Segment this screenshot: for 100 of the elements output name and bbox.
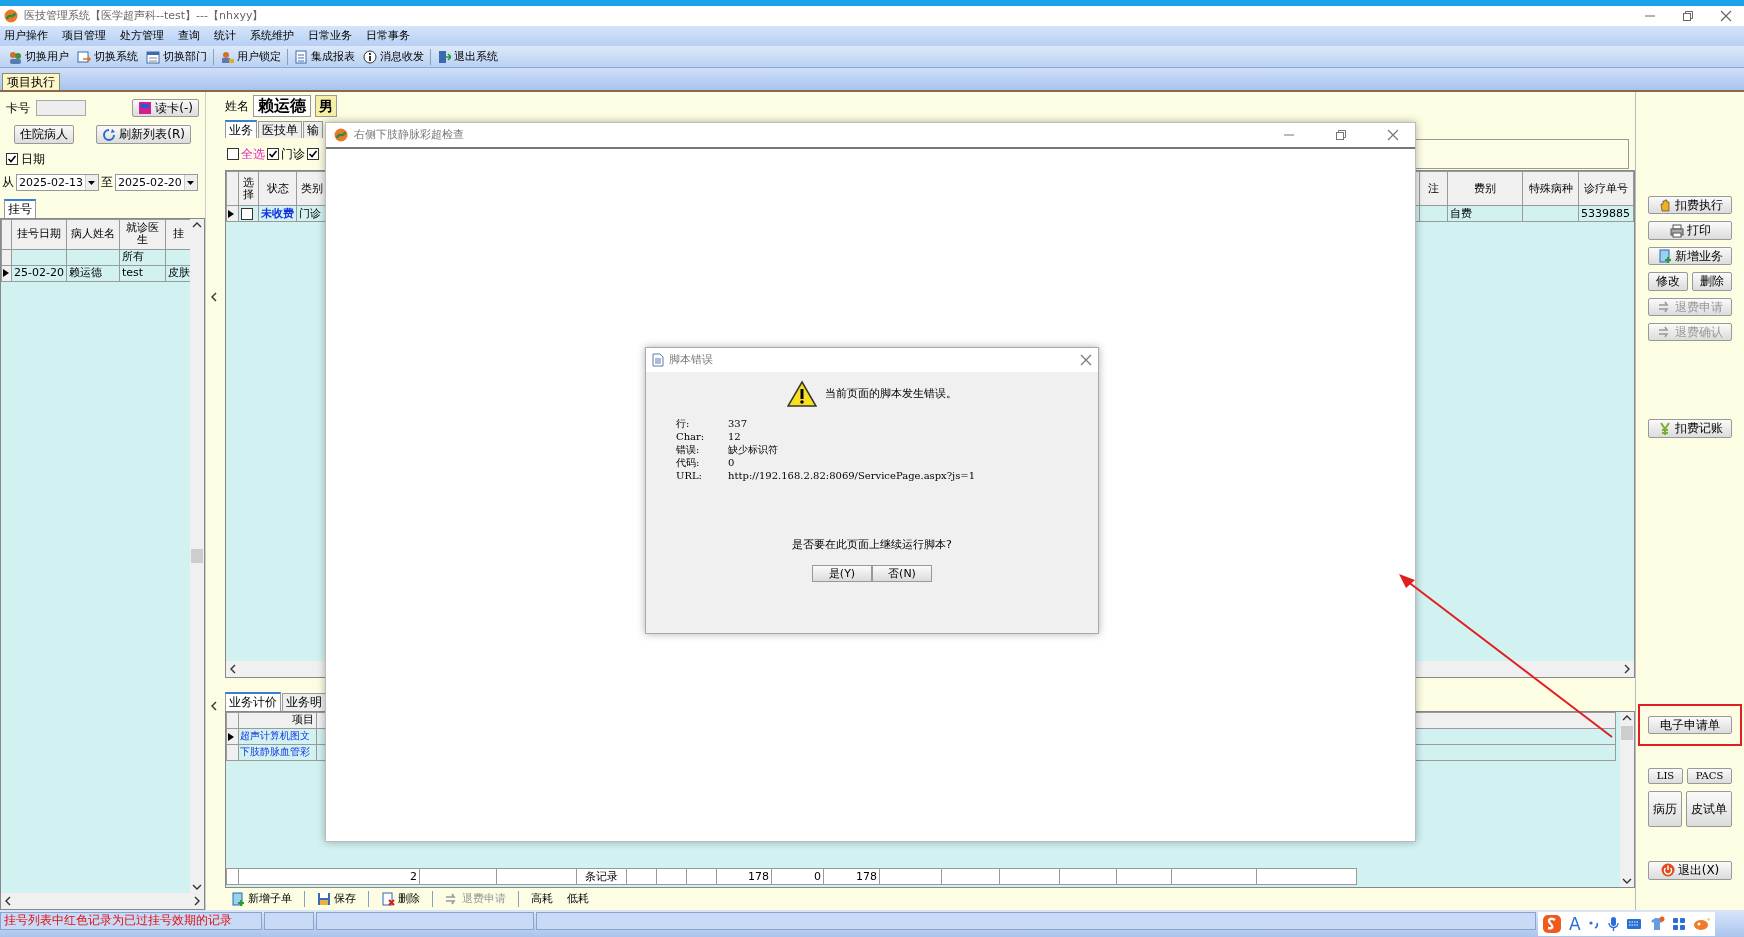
column-header[interactable]: 项目 (238, 712, 317, 729)
date-field[interactable]: 2025-02-13 (16, 174, 99, 192)
scroll-up-icon (1622, 713, 1632, 722)
column-header[interactable]: 挂 (165, 219, 192, 250)
column-header[interactable]: 挂号日期 (11, 219, 67, 250)
restore-icon[interactable] (1335, 129, 1347, 141)
status-panel (264, 912, 314, 930)
column-header[interactable]: 选择 (238, 171, 259, 206)
ime-mode-label[interactable]: A (1569, 913, 1581, 935)
side-button[interactable]: 病历 (1648, 791, 1682, 828)
toolbar-button[interactable]: 切换用户 (6, 49, 71, 64)
column-header[interactable]: 状态 (258, 171, 297, 206)
checkbox-label: 全选 (241, 147, 265, 162)
table-cell: 下肢静脉血管彩 (238, 744, 317, 761)
menu-item[interactable]: 统计 (214, 29, 236, 43)
calendar-icon (146, 49, 160, 64)
toolbar-button[interactable]: 删除 (379, 892, 422, 906)
toolbar-button[interactable]: 切换系统 (75, 49, 140, 64)
checkbox[interactable] (241, 208, 253, 221)
column-header[interactable]: 特殊病种 (1522, 171, 1579, 206)
refresh-list-button[interactable]: 刷新列表(R) (96, 125, 191, 144)
field-label: 至 (100, 175, 113, 190)
checkbox[interactable] (227, 148, 239, 161)
grid-icon[interactable] (1671, 917, 1686, 931)
table-cell: 0 (771, 868, 824, 885)
restore-icon[interactable] (1682, 10, 1694, 22)
inpatient-button[interactable]: 住院病人 (14, 125, 75, 144)
menu-item[interactable]: 系统维护 (250, 29, 294, 43)
filter-cell[interactable]: 所有 (119, 249, 166, 266)
toolbar-button[interactable]: 消息收发 (361, 49, 426, 64)
toolbar-button[interactable]: 保存 (315, 892, 358, 906)
tab[interactable]: 业务计价 (225, 692, 281, 711)
save-icon (317, 892, 331, 906)
side-button[interactable]: 打印 (1648, 221, 1732, 240)
side-button[interactable]: 新增业务 (1648, 246, 1732, 266)
field-label: 卡号 (6, 101, 30, 116)
keyboard-icon[interactable] (1625, 918, 1642, 930)
column-header[interactable]: 费别 (1447, 171, 1523, 206)
microphone-icon[interactable] (1606, 916, 1619, 932)
side-button[interactable]: 退出(X) (1648, 861, 1732, 880)
side-button[interactable]: LIS (1648, 768, 1683, 785)
toolbar-button[interactable]: 用户锁定 (218, 49, 283, 64)
menu-item[interactable]: 日常事务 (366, 29, 410, 43)
column-header[interactable]: 诊疗单号 (1578, 171, 1634, 206)
read-card-button[interactable]: 读卡(-) (132, 99, 199, 118)
card-number-field[interactable] (36, 100, 86, 117)
tab[interactable]: 输 (303, 121, 323, 139)
tab[interactable]: 医技单 (258, 121, 302, 139)
ime-logo-icon[interactable] (1542, 914, 1562, 934)
scrollbar-thumb[interactable] (1621, 725, 1633, 740)
collapse-left-icon (210, 291, 218, 302)
add-document-icon (231, 892, 245, 906)
date-field[interactable]: 2025-02-20 (114, 174, 198, 192)
column-header[interactable]: 类别 (296, 171, 327, 206)
list-tab[interactable]: 挂号 (4, 199, 36, 218)
menu-item[interactable]: 项目管理 (62, 29, 106, 43)
module-tab[interactable]: 项目执行 (2, 72, 60, 90)
checkbox[interactable] (6, 152, 18, 165)
toolbar-button[interactable]: 退出系统 (435, 49, 500, 64)
vertical-scrollbar[interactable] (190, 218, 204, 893)
toolbar-button[interactable]: 新增子单 (229, 892, 294, 906)
toolbar-button[interactable]: 高耗 (529, 892, 555, 906)
side-button[interactable]: 皮试单 (1686, 791, 1732, 828)
toolbar-button[interactable]: 低耗 (565, 892, 591, 906)
tab[interactable]: 业务 (225, 120, 257, 139)
column-header[interactable]: 注 (1419, 171, 1448, 206)
vertical-scrollbar[interactable] (1620, 711, 1634, 887)
power-icon (1660, 863, 1675, 878)
dropdown-button[interactable] (183, 175, 197, 191)
horizontal-scrollbar[interactable] (1, 893, 204, 909)
column-header[interactable]: 就诊医生 (119, 219, 166, 250)
sex-field[interactable]: 男 (315, 95, 337, 117)
side-button[interactable]: PACS (1686, 768, 1732, 785)
yen-icon (1657, 421, 1672, 436)
checkbox[interactable] (267, 148, 279, 161)
tab[interactable]: 业务明 (282, 693, 326, 711)
menu-item[interactable]: 用户操作 (4, 29, 48, 43)
close-icon[interactable] (1080, 354, 1092, 366)
scrollbar-thumb[interactable] (191, 548, 203, 563)
menu-item[interactable]: 日常业务 (308, 29, 352, 43)
side-button[interactable]: 扣费执行 (1648, 196, 1732, 215)
toolbar-button[interactable]: 切换部门 (144, 49, 209, 64)
dialog-button[interactable]: 是(Y) (812, 565, 872, 583)
close-icon[interactable] (1720, 10, 1732, 22)
side-button[interactable]: 删除 (1692, 272, 1732, 291)
toolbar-button[interactable]: 集成报表 (292, 49, 357, 64)
column-header[interactable]: 病人姓名 (66, 219, 120, 250)
close-icon[interactable] (1387, 129, 1399, 141)
side-button[interactable]: 扣费记账 (1648, 419, 1732, 438)
dialog-button[interactable]: 否(N) (872, 565, 932, 583)
patient-name-field[interactable]: 赖运德 (253, 95, 311, 117)
menu-item[interactable]: 处方管理 (120, 29, 164, 43)
checkbox[interactable] (307, 148, 319, 161)
menu-item[interactable]: 查询 (178, 29, 200, 43)
table-cell: 178 (716, 868, 772, 885)
dropdown-button[interactable] (84, 175, 98, 191)
detail-value: 337 (728, 418, 749, 430)
side-button[interactable]: 修改 (1648, 272, 1688, 291)
add-document-icon (1657, 248, 1672, 263)
side-button[interactable]: 电子申请单 (1648, 715, 1732, 735)
